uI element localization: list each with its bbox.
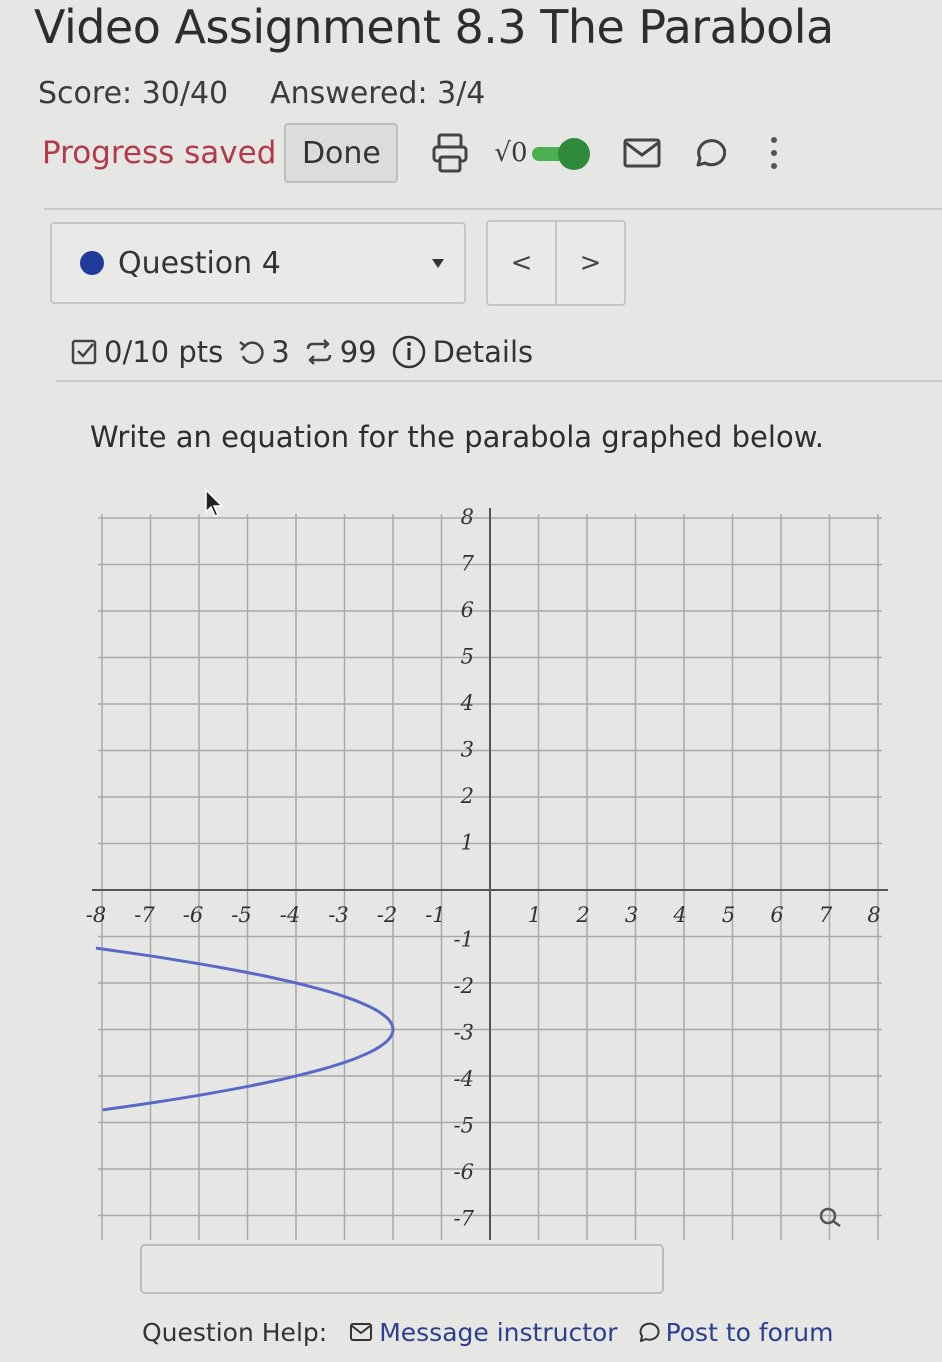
attempts-count: 99 [339,335,377,369]
assignment-toolbar: Progress saved Done √0 [42,122,818,184]
x-tick-label: 5 [722,903,735,927]
y-tick-labels: 87654321-1-2-3-4-5-6-7-8 [454,505,475,1231]
y-tick-label: 1 [461,831,474,855]
chat-bubble-icon [639,1322,660,1342]
y-tick-label: 3 [461,738,474,762]
retries-count: 3 [271,335,290,369]
done-button[interactable]: Done [284,123,399,183]
mail-icon [350,1323,373,1341]
y-tick-label: 5 [461,645,474,669]
y-tick-label: 7 [461,552,475,576]
y-tick-label: -5 [454,1114,474,1138]
question-meta: 0/10 pts 3 99 Details [70,330,547,374]
y-tick-label: 6 [461,598,474,622]
question-select[interactable]: Question 4 [50,222,466,304]
checkbox-icon [71,339,97,365]
x-tick-label: 8 [867,903,880,927]
question-select-label: Question 4 [118,245,281,281]
question-nav: < > [486,220,626,306]
repeat-icon [306,339,331,365]
x-tick-label: 1 [528,903,541,927]
y-tick-label: -2 [454,974,474,998]
axes [92,508,888,1240]
x-tick-label: 7 [819,903,833,927]
x-tick-label: 2 [575,903,589,927]
info-icon [392,335,425,369]
answered-text: Answered: 3/4 [270,76,486,111]
zoom-graph-icon[interactable] [819,1207,841,1228]
y-tick-label: -3 [454,1021,474,1045]
answer-input[interactable] [140,1244,664,1294]
chat-bubble-icon[interactable] [686,131,730,175]
progress-saved-status: Progress saved [42,135,277,171]
y-tick-label: -4 [454,1067,474,1091]
points-item: 0/10 pts [70,335,223,369]
previous-question-button[interactable]: < [488,222,555,304]
header-divider [44,208,942,210]
x-tick-label: -3 [328,903,348,927]
x-tick-label: 6 [770,903,783,927]
x-tick-labels: -8 -7 -6 -5 -4 -3 -2 -1 1 2 3 4 5 6 7 8 [86,903,881,927]
score-text: Score: 30/40 [38,76,229,111]
meta-divider [56,380,942,382]
more-vertical-icon[interactable] [752,131,796,175]
x-tick-label: -2 [377,903,397,927]
question-help: Question Help: Message instructor Post t… [142,1312,851,1352]
parabola-graph: -8 -7 -6 -5 -4 -3 -2 -1 1 2 3 4 5 6 7 8 87654321-1-2-3-… [86,505,888,1240]
mouse-cursor-icon [205,488,224,517]
x-tick-label: -1 [425,903,445,927]
math-toggle-switch[interactable] [530,138,590,170]
y-tick-label: 2 [460,784,474,808]
y-tick-label: -6 [454,1160,474,1184]
question-status-dot [80,251,104,275]
x-tick-label: -6 [183,903,203,927]
attempts-item: 99 [304,335,377,369]
points-text: 0/10 pts [104,335,224,369]
details-link[interactable]: Details [391,334,534,370]
question-help-label: Question Help: [142,1317,328,1347]
score-row: Score: 30/40 Answered: 3/4 [38,76,485,111]
next-question-button[interactable]: > [555,222,624,304]
x-tick-label: -5 [231,903,251,927]
mail-icon[interactable] [620,131,664,175]
printer-icon[interactable] [428,131,472,175]
x-tick-label: -8 [86,903,106,927]
question-prompt: Write an equation for the parabola graph… [90,420,824,454]
details-label: Details [432,335,534,369]
toggle-knob [557,138,590,170]
chevron-down-icon [432,258,444,268]
x-tick-label: 4 [672,903,686,927]
y-tick-label: -7 [454,1207,475,1231]
y-tick-label: -1 [454,928,474,952]
message-instructor-link[interactable]: Message instructor [349,1317,618,1347]
x-tick-label: -4 [280,903,300,927]
y-tick-label: 8 [461,505,474,529]
y-tick-label: 4 [460,691,474,715]
undo-icon [239,341,264,364]
retries-item: 3 [237,335,290,369]
message-instructor-label: Message instructor [379,1317,618,1347]
x-tick-label: 3 [625,903,638,927]
post-to-forum-label: Post to forum [665,1317,834,1347]
assignment-title: Video Assignment 8.3 The Parabola [34,0,834,54]
x-tick-label: -7 [134,903,155,927]
math-keyboard-icon[interactable]: √0 [494,138,527,168]
post-to-forum-link[interactable]: Post to forum [636,1317,834,1347]
